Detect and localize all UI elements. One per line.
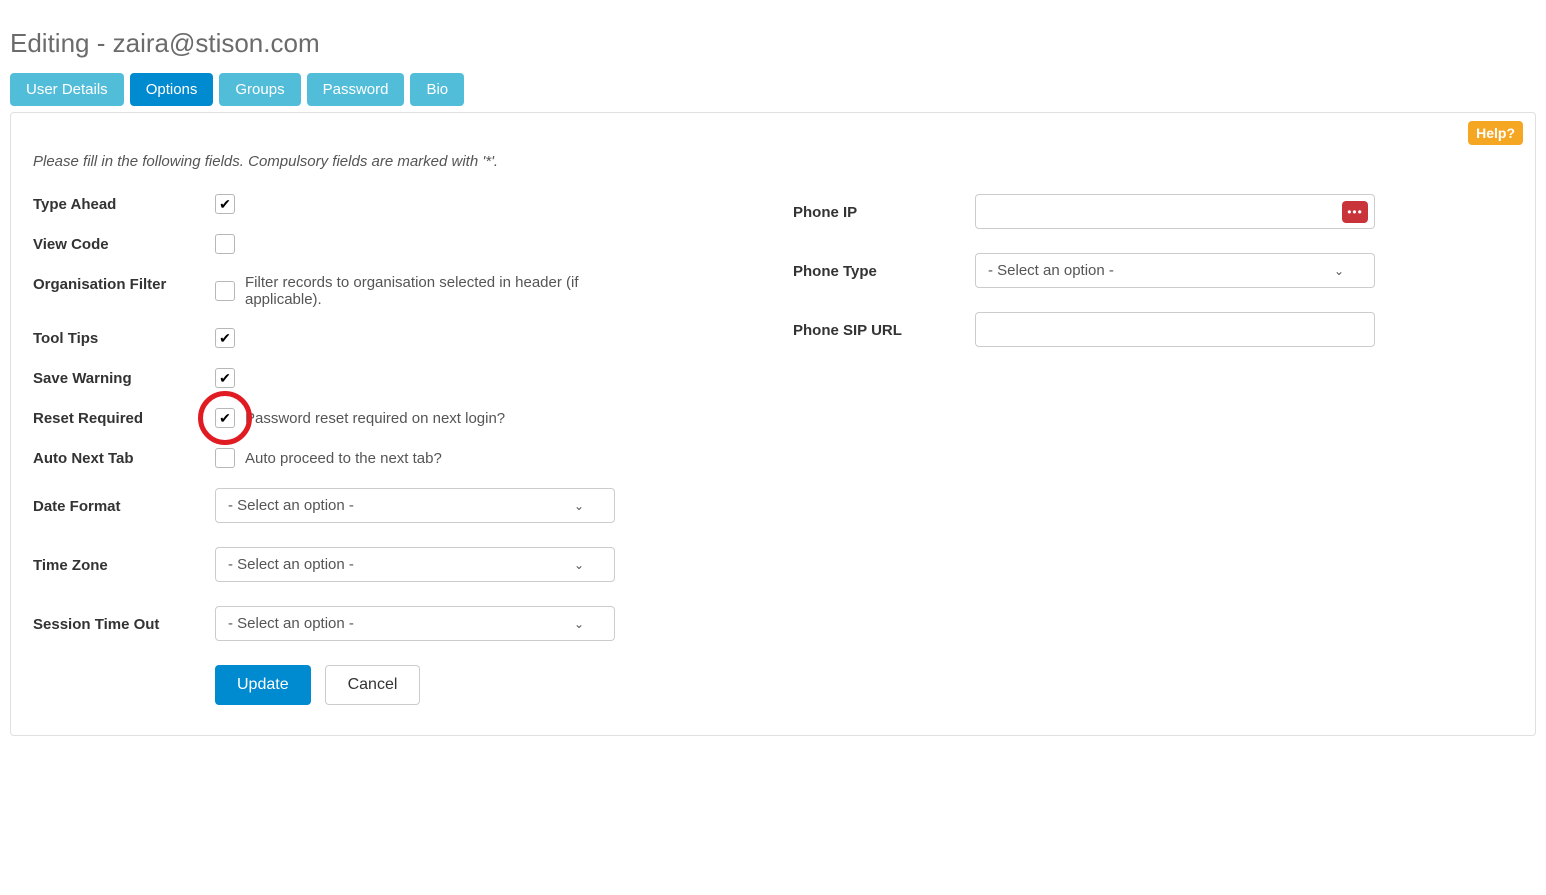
tab-bar: User Details Options Groups Password Bio (10, 73, 1536, 106)
date-format-value: - Select an option - (228, 497, 354, 514)
keyboard-icon[interactable]: ••• (1342, 201, 1368, 223)
tool-tips-checkbox[interactable] (215, 328, 235, 348)
session-timeout-value: - Select an option - (228, 615, 354, 632)
auto-next-tab-hint: Auto proceed to the next tab? (245, 450, 442, 467)
help-button[interactable]: Help? (1468, 121, 1523, 145)
phone-type-label: Phone Type (793, 261, 975, 280)
auto-next-tab-label: Auto Next Tab (33, 448, 215, 467)
time-zone-value: - Select an option - (228, 556, 354, 573)
chevron-down-icon: ⌄ (574, 558, 584, 572)
phone-sip-url-input[interactable] (975, 312, 1375, 347)
date-format-label: Date Format (33, 496, 215, 515)
tab-user-details[interactable]: User Details (10, 73, 124, 106)
right-column: Phone IP ••• Phone Type - Select an opti… (793, 194, 1513, 705)
reset-required-checkbox[interactable] (215, 408, 235, 428)
phone-ip-label: Phone IP (793, 202, 975, 221)
chevron-down-icon: ⌄ (574, 499, 584, 513)
tab-password[interactable]: Password (307, 73, 405, 106)
left-column: Type Ahead View Code Organisation Filter… (33, 194, 753, 705)
phone-ip-field-wrap: ••• (975, 194, 1375, 229)
tool-tips-label: Tool Tips (33, 328, 215, 347)
page-title: Editing - zaira@stison.com (10, 28, 1536, 59)
org-filter-hint: Filter records to organisation selected … (245, 274, 645, 308)
tab-options[interactable]: Options (130, 73, 214, 106)
session-timeout-select[interactable]: - Select an option - ⌄ (215, 606, 615, 641)
intro-text: Please fill in the following fields. Com… (33, 153, 1513, 170)
type-ahead-checkbox[interactable] (215, 194, 235, 214)
chevron-down-icon: ⌄ (1334, 264, 1344, 278)
update-button[interactable]: Update (215, 665, 311, 705)
cancel-button[interactable]: Cancel (325, 665, 421, 705)
save-warning-label: Save Warning (33, 368, 215, 387)
tab-groups[interactable]: Groups (219, 73, 300, 106)
reset-required-hint: Password reset required on next login? (245, 410, 505, 427)
options-panel: Help? Please fill in the following field… (10, 112, 1536, 736)
time-zone-select[interactable]: - Select an option - ⌄ (215, 547, 615, 582)
chevron-down-icon: ⌄ (574, 617, 584, 631)
org-filter-label: Organisation Filter (33, 274, 215, 293)
view-code-checkbox[interactable] (215, 234, 235, 254)
phone-ip-input[interactable] (986, 199, 1342, 224)
reset-required-label: Reset Required (33, 408, 215, 427)
auto-next-tab-checkbox[interactable] (215, 448, 235, 468)
phone-type-select[interactable]: - Select an option - ⌄ (975, 253, 1375, 288)
type-ahead-label: Type Ahead (33, 194, 215, 213)
tab-bio[interactable]: Bio (410, 73, 464, 106)
view-code-label: View Code (33, 234, 215, 253)
save-warning-checkbox[interactable] (215, 368, 235, 388)
date-format-select[interactable]: - Select an option - ⌄ (215, 488, 615, 523)
session-timeout-label: Session Time Out (33, 614, 215, 633)
phone-type-value: - Select an option - (988, 262, 1114, 279)
org-filter-checkbox[interactable] (215, 281, 235, 301)
time-zone-label: Time Zone (33, 555, 215, 574)
phone-sip-url-label: Phone SIP URL (793, 320, 975, 339)
